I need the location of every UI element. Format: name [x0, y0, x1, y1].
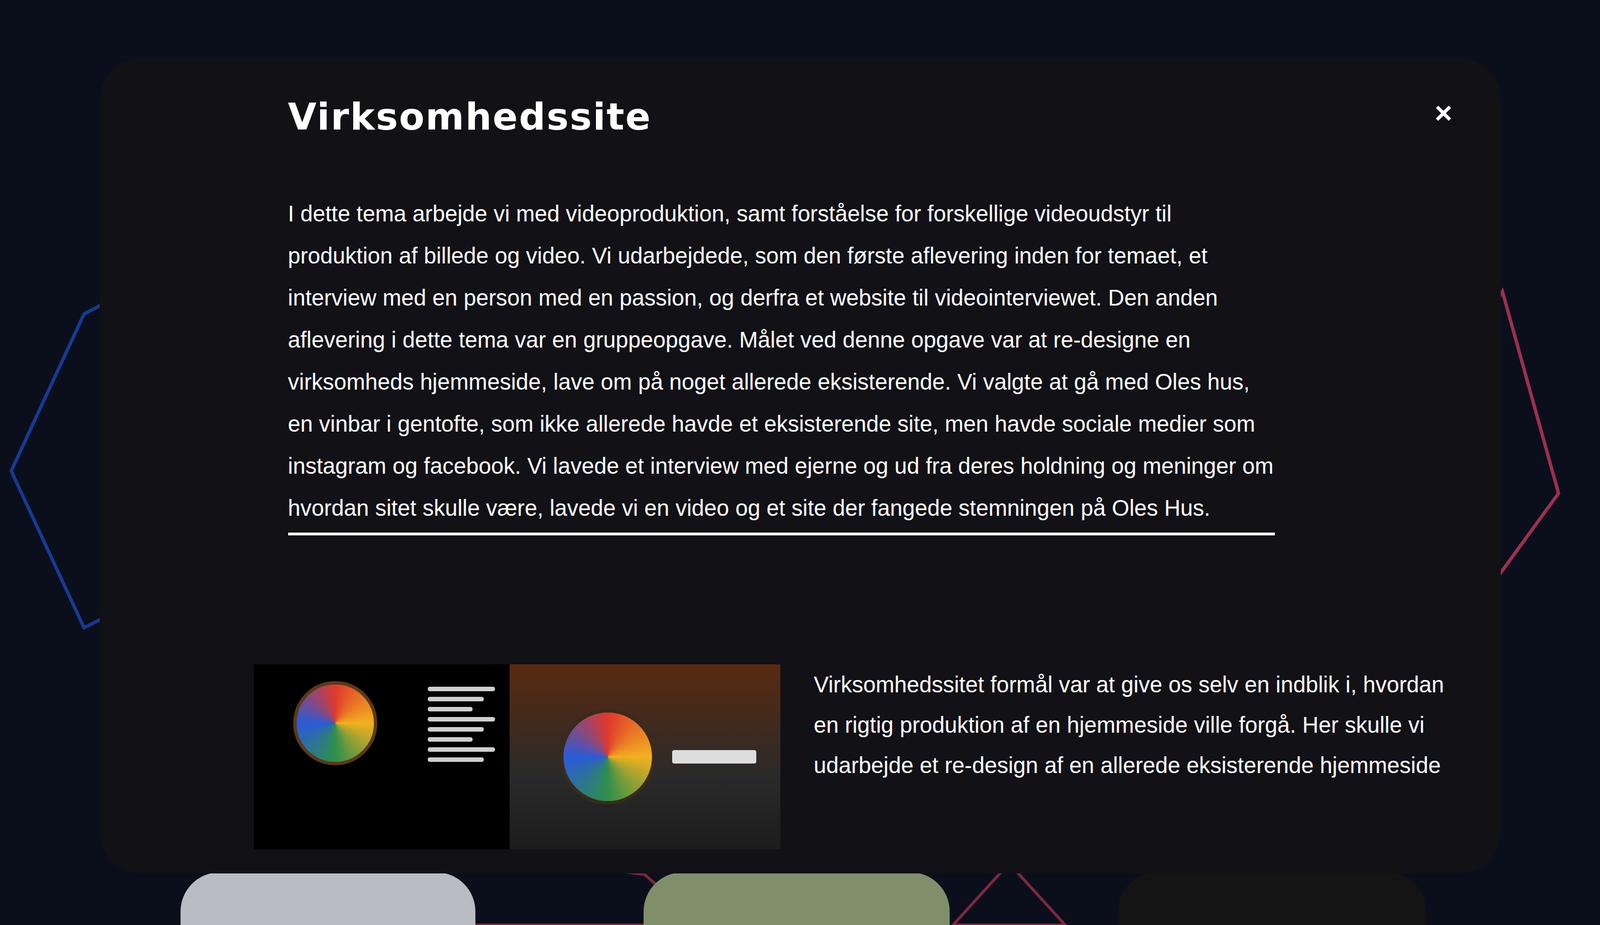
project-section: Virksomhedssitet formål var at give os s… [99, 664, 1501, 850]
text-line [427, 737, 473, 742]
intro-text: I dette tema arbejde vi med videoprodukt… [288, 192, 1275, 536]
close-button[interactable]: × [1431, 93, 1456, 128]
text-line [427, 696, 484, 702]
logo-image [293, 681, 378, 766]
facebook-screenshot [509, 664, 781, 850]
project-image [253, 664, 781, 850]
text-line [427, 717, 496, 722]
modal-header: Virksomhedssite × [99, 58, 1501, 142]
profile-lines [427, 681, 496, 762]
project-card[interactable] [180, 872, 476, 925]
text-line [427, 686, 496, 692]
instagram-screenshot [253, 664, 510, 850]
card-row [0, 873, 1600, 925]
text-line [672, 750, 757, 764]
logo-image [560, 709, 656, 805]
modal-title: Virksomhedssite [288, 93, 652, 142]
text-line [427, 747, 496, 752]
modal: Virksomhedssite × I dette tema arbejde vi … [99, 58, 1501, 874]
text-line [427, 757, 484, 762]
section-text: Virksomhedssitet formål var at give os s… [814, 664, 1451, 786]
text-line [427, 706, 473, 712]
project-card[interactable] [1117, 872, 1427, 925]
text-line [427, 727, 484, 732]
project-card[interactable] [643, 872, 950, 925]
